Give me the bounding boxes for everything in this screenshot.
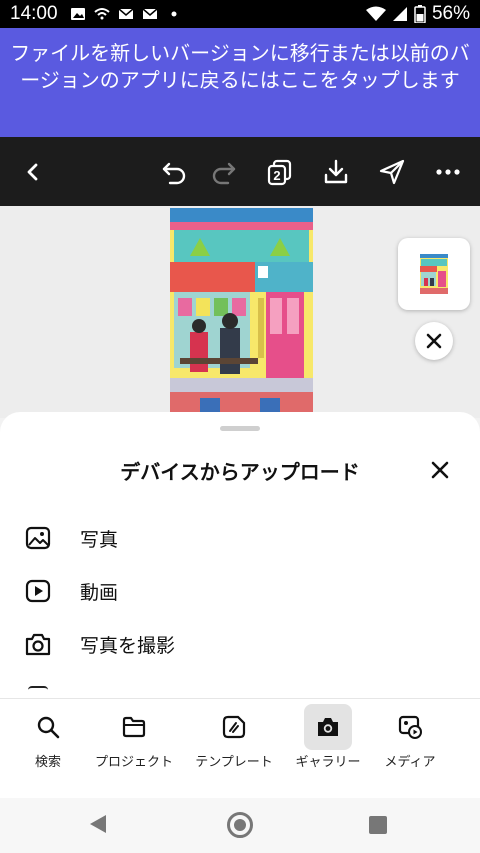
- more-button[interactable]: [430, 154, 466, 190]
- back-icon: [27, 163, 38, 181]
- camera-icon: [25, 633, 51, 656]
- nav-item-templates[interactable]: テンプレート: [186, 699, 282, 798]
- undo-button[interactable]: [156, 154, 192, 190]
- battery-icon: [414, 5, 426, 23]
- pages-button[interactable]: 2: [262, 154, 298, 190]
- share-icon: [379, 159, 405, 185]
- camera-icon: [318, 718, 338, 736]
- signal-icon: [392, 7, 407, 21]
- status-right: 56%: [365, 3, 470, 25]
- bottom-nav: 検索 プロジェクト テンプレート ギャラリー メディア テキ: [0, 698, 480, 798]
- undo-icon: [162, 162, 186, 185]
- image-icon: [70, 8, 85, 20]
- upload-option-label: 写真を撮影: [80, 634, 176, 657]
- upload-option-label: 動画: [80, 581, 119, 604]
- close-icon: [426, 333, 442, 349]
- system-recents-icon[interactable]: [369, 816, 387, 834]
- upload-option-photo[interactable]: 写真: [0, 514, 480, 562]
- pages-icon: 2: [267, 159, 292, 186]
- share-button[interactable]: [374, 154, 410, 190]
- sheet-drag-handle[interactable]: [220, 426, 260, 431]
- close-icon: [431, 461, 449, 479]
- page-count: 2: [273, 168, 280, 183]
- download-icon: [324, 159, 348, 184]
- mail-icon: [142, 8, 158, 19]
- battery-percent: 56%: [431, 3, 470, 24]
- editor-toolbar: 2: [0, 137, 480, 206]
- redo-button[interactable]: [206, 154, 242, 190]
- photo-icon: [25, 526, 51, 550]
- page-thumbnail[interactable]: [398, 238, 470, 310]
- system-navigation-bar: [0, 798, 480, 853]
- close-pages-button[interactable]: [415, 322, 453, 360]
- upload-sheet: デバイスからアップロード 写真 動画 写真を撮影: [0, 412, 480, 698]
- nav-label: プロジェクト: [94, 755, 173, 770]
- page-thumbnail-image: [420, 254, 448, 294]
- status-time: 14:00: [10, 3, 58, 24]
- back-button[interactable]: [15, 154, 51, 190]
- video-icon: [25, 579, 51, 603]
- upload-option-label: 写真: [80, 528, 119, 551]
- status-bar: 14:00 56%: [0, 0, 480, 28]
- redo-icon: [212, 162, 236, 185]
- system-back-icon[interactable]: [90, 815, 106, 833]
- notification-icons: [70, 7, 182, 21]
- migration-banner[interactable]: ファイルを新しいバージョンに移行または以前のバージョンのアプリに戻るにはここをタ…: [0, 28, 480, 137]
- nav-item-projects[interactable]: プロジェクト: [86, 699, 182, 798]
- wifi-off-icon: [93, 8, 110, 20]
- artwork-image[interactable]: [170, 208, 313, 414]
- more-icon: [436, 169, 460, 175]
- upload-option-take-photo[interactable]: 写真を撮影: [0, 620, 480, 668]
- template-icon: [222, 715, 246, 739]
- nav-active-highlight: [304, 704, 352, 750]
- nav-item-media[interactable]: メディア: [362, 699, 458, 798]
- nav-item-search[interactable]: 検索: [0, 699, 96, 798]
- partial-option-icon: [28, 686, 48, 698]
- nav-label: テキ: [436, 751, 480, 770]
- search-icon: [37, 716, 60, 739]
- media-icon: [398, 715, 422, 739]
- banner-text: ファイルを新しいバージョンに移行または以前のバージョンのアプリに戻るにはここをタ…: [10, 41, 470, 92]
- upload-option-video[interactable]: 動画: [0, 567, 480, 615]
- wifi-icon: [365, 6, 386, 21]
- dot-icon: [171, 11, 177, 17]
- system-home-icon[interactable]: [227, 812, 253, 838]
- folder-icon: [122, 716, 146, 738]
- sheet-close-button[interactable]: [424, 454, 456, 486]
- mail-icon: [118, 8, 134, 19]
- nav-item-text[interactable]: テキ: [446, 699, 480, 798]
- download-button[interactable]: [318, 154, 354, 190]
- sheet-title: デバイスからアップロード: [120, 460, 360, 484]
- design-canvas: [0, 206, 480, 418]
